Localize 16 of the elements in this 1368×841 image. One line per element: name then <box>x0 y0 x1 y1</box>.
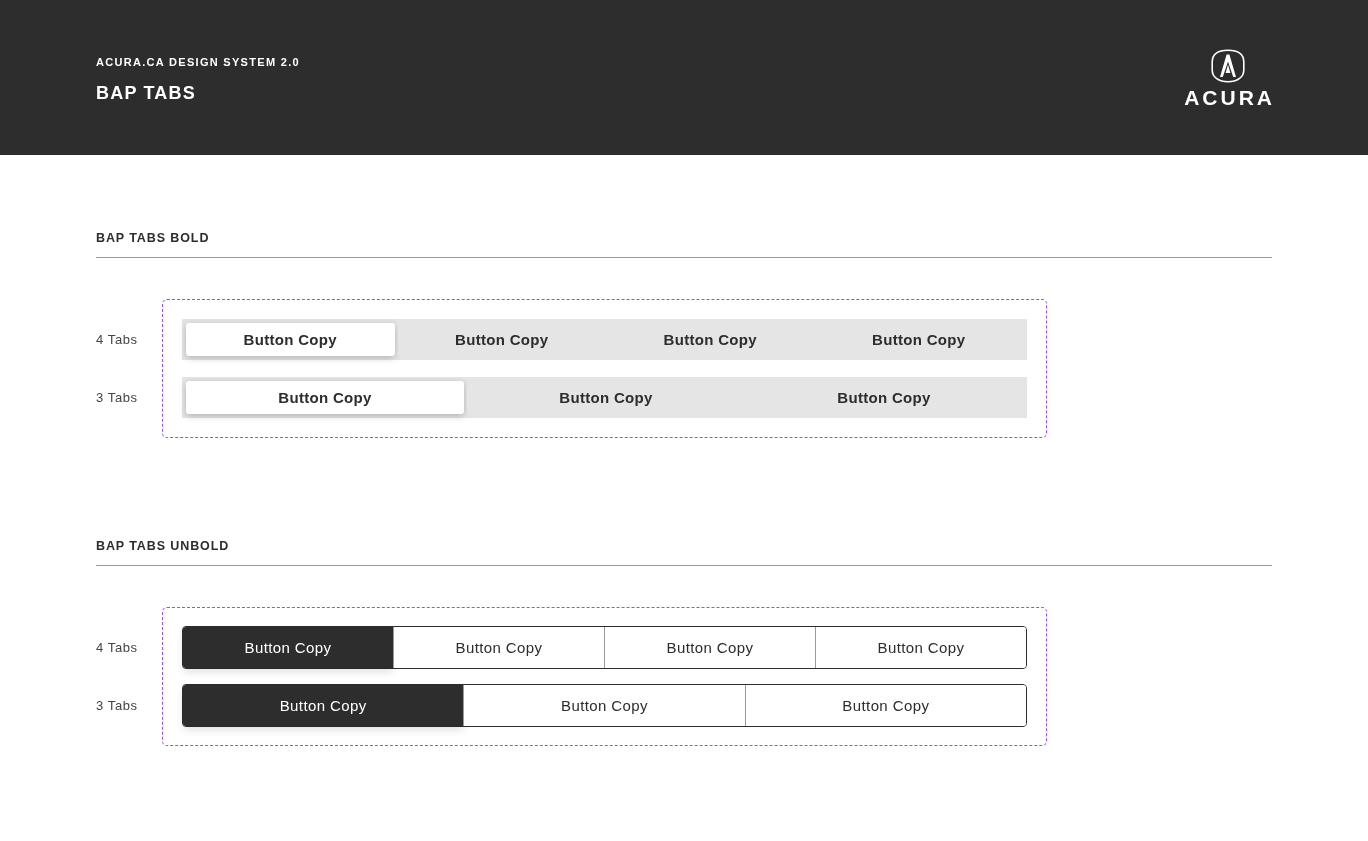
row-label: 4 Tabs <box>96 639 139 657</box>
tab[interactable]: Button Copy <box>744 685 1026 726</box>
tab[interactable]: Button Copy <box>815 627 1026 668</box>
tab[interactable]: Button Copy <box>186 381 464 414</box>
emblem-icon <box>1211 48 1246 83</box>
eyebrow-text: ACURA.CA DESIGN SYSTEM 2.0 <box>96 54 300 69</box>
row-label: 3 Tabs <box>96 697 139 715</box>
tab[interactable]: Button Copy <box>186 323 395 356</box>
logo-wordmark: ACURA <box>1184 87 1275 108</box>
section-title: BAP TABS UNBOLD <box>96 539 1272 566</box>
row-label: 3 Tabs <box>96 389 139 407</box>
tab[interactable]: Button Copy <box>183 685 464 726</box>
tab[interactable]: Button Copy <box>183 627 393 668</box>
page-title: BAP TABS <box>96 81 196 104</box>
section-title: BAP TABS BOLD <box>96 231 1272 258</box>
row-label: 4 Tabs <box>96 331 139 349</box>
